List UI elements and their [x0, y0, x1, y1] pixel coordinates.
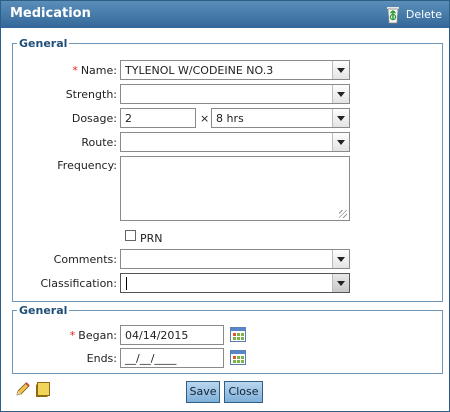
- dosage-label: Dosage:: [71, 112, 117, 125]
- chevron-down-icon[interactable]: [332, 274, 349, 292]
- chevron-down-icon[interactable]: [332, 61, 349, 79]
- times-sign: ×: [200, 112, 210, 125]
- ends-date-input[interactable]: __/__/____: [120, 348, 224, 368]
- required-marker: *: [72, 64, 78, 77]
- classification-select[interactable]: [120, 273, 350, 293]
- route-label: Route:: [81, 136, 117, 149]
- prn-label: PRN: [140, 232, 163, 245]
- save-button[interactable]: Save: [186, 381, 220, 403]
- delete-button[interactable]: Delete: [384, 4, 442, 24]
- general-legend: General: [19, 37, 68, 50]
- began-date-input[interactable]: 04/14/2015: [120, 325, 224, 345]
- frequency-label: Frequency:: [57, 159, 117, 172]
- close-button[interactable]: Close: [224, 381, 263, 403]
- route-select[interactable]: [120, 132, 350, 152]
- began-label: * Began:: [13, 329, 117, 342]
- prn-checkbox[interactable]: [125, 230, 136, 241]
- name-label: * Name:: [13, 64, 117, 77]
- delete-label: Delete: [405, 7, 442, 21]
- began-label-text: Began:: [78, 329, 117, 342]
- calendar-icon[interactable]: [230, 349, 246, 365]
- comments-label: Comments:: [53, 253, 117, 266]
- name-value: TYLENOL W/CODEINE NO.3: [125, 64, 274, 77]
- strength-select[interactable]: [120, 84, 350, 104]
- dosage-amount-value: 2: [125, 112, 132, 125]
- pencil-icon[interactable]: [15, 381, 31, 397]
- title-bar: Medication Delete: [1, 1, 449, 28]
- ends-date-value: __/__/____: [125, 352, 177, 365]
- name-select[interactable]: TYLENOL W/CODEINE NO.3: [120, 60, 350, 80]
- classification-label: Classification:: [40, 277, 118, 290]
- required-marker: *: [69, 329, 76, 342]
- dosage-interval-select[interactable]: 8 hrs: [211, 108, 350, 128]
- began-date-value: 04/14/2015: [125, 329, 189, 342]
- recycle-bin-icon: [386, 7, 399, 24]
- resize-grip-icon[interactable]: [339, 210, 347, 218]
- ends-label: Ends:: [86, 352, 117, 365]
- medication-dialog: Medication Delete General * Name: TYLENOL…: [0, 0, 450, 412]
- dates-legend: General: [19, 304, 68, 317]
- comments-select[interactable]: [120, 249, 350, 269]
- text-cursor: [126, 277, 127, 290]
- chevron-down-icon[interactable]: [332, 133, 349, 151]
- sticky-note-icon[interactable]: [35, 381, 51, 397]
- dosage-amount-input[interactable]: 2: [120, 108, 196, 128]
- dialog-title: Medication: [10, 6, 91, 21]
- chevron-down-icon[interactable]: [332, 109, 349, 127]
- chevron-down-icon[interactable]: [332, 250, 349, 268]
- chevron-down-icon[interactable]: [332, 85, 349, 103]
- calendar-icon[interactable]: [230, 326, 246, 342]
- dosage-interval-value: 8 hrs: [216, 112, 244, 125]
- strength-label: Strength:: [65, 88, 117, 101]
- frequency-textarea[interactable]: [120, 156, 350, 221]
- name-label-text: Name:: [80, 64, 117, 77]
